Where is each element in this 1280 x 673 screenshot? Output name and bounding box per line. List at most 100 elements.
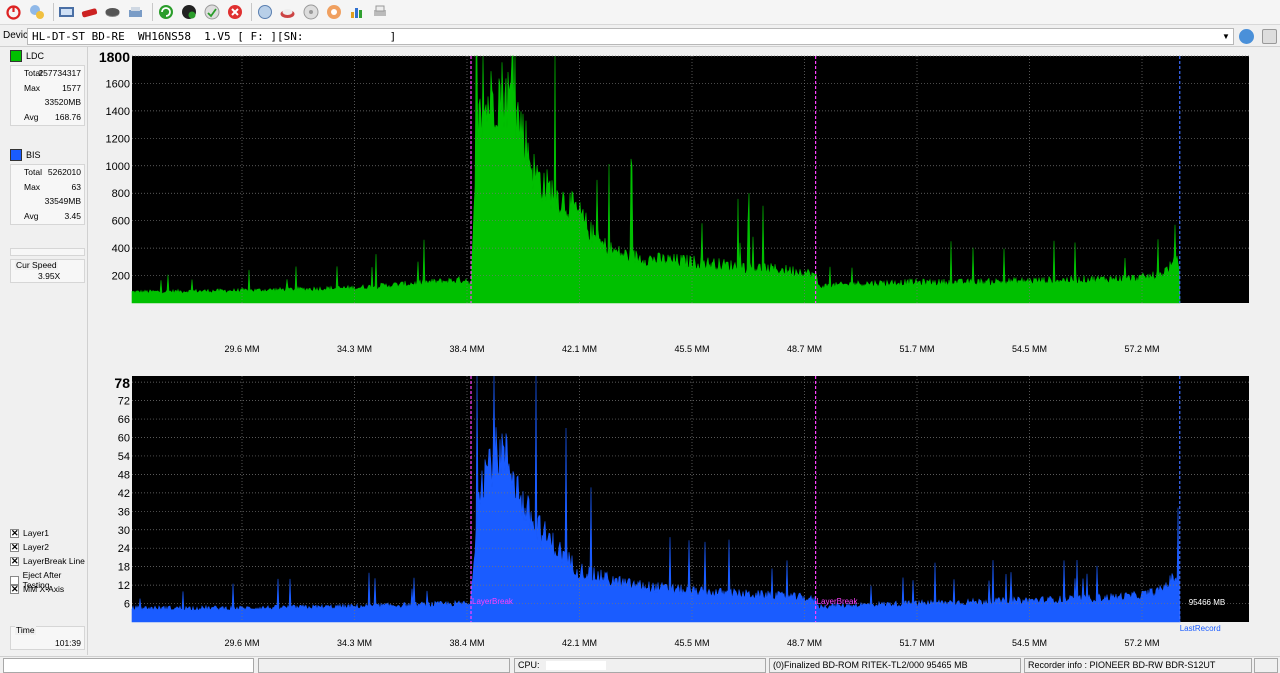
x-tick-label: 38.4 MM: [449, 638, 484, 648]
checkbox-mark[interactable]: ✕: [10, 542, 19, 552]
device-icon[interactable]: [57, 3, 76, 22]
stat-value: 63: [71, 181, 81, 192]
status-bar: CPU: (0)Finalized BD-ROM RITEK-TL2/000 9…: [0, 656, 1280, 673]
bis-label: BIS: [26, 150, 41, 160]
x-tick-label: 45.5 MM: [674, 344, 709, 354]
graph-icon[interactable]: [347, 3, 366, 22]
checkbox-label: Layer2: [23, 542, 49, 552]
layer2-checkbox[interactable]: ✕ Layer2: [10, 542, 49, 552]
checkbox-label: Layer1: [23, 528, 49, 538]
left-panel: LDC Total 257734317 Max 1577 33520MB Avg 16…: [0, 47, 88, 655]
stat-value: 1577: [62, 82, 81, 93]
x-tick-label: 29.6 MM: [224, 344, 259, 354]
bis-chart-svg: 29.6 MM 34.3 MM 38.4 MM 42.1 MM 45.5 MM 48.7 …: [114, 375, 1249, 648]
chevron-down-icon[interactable]: ▼: [1220, 30, 1232, 43]
x-tick-label: 42.1 MM: [562, 638, 597, 648]
y-tick-label: 400: [112, 243, 130, 255]
bis-swatch: [10, 149, 22, 161]
time-label: Time: [15, 625, 36, 635]
stat-value: 5262010: [47, 167, 81, 177]
y-tick-label: 60: [118, 433, 130, 445]
bis-stats: Total 5262010 Max 63 33549MB Avg 3.45: [10, 164, 85, 225]
status-progress: [3, 658, 254, 673]
disc-black-icon[interactable]: [179, 3, 198, 22]
y-tick-label: 600: [112, 216, 130, 228]
stat-value: 33549MB: [44, 196, 81, 207]
ldc-stats: Total 257734317 Max 1577 33520MB Avg 168.76: [10, 65, 85, 126]
x-tick-label: 48.7 MM: [787, 344, 822, 354]
cur-speed-box: Cur Speed 3.95X: [10, 259, 85, 283]
y-tick-label: 800: [112, 188, 130, 200]
layer-break-label: LayerBreak: [817, 597, 859, 606]
y-tick-label: 78: [114, 375, 130, 391]
status-recorder-info: Recorder info : PIONEER BD-RW BDR-S12UT: [1024, 658, 1252, 673]
size-label: 95466 MB: [1189, 598, 1225, 607]
toolbar-separator: [251, 3, 252, 21]
y-tick-label: 1800: [99, 49, 130, 65]
cur-speed-value: 3.95X: [38, 271, 61, 281]
stat-row: Avg 168.76: [11, 110, 84, 125]
x-tick-label: 29.6 MM: [224, 638, 259, 648]
status-cpu: CPU:: [514, 658, 766, 673]
y-tick-label: 66: [118, 414, 130, 426]
device-save-icon[interactable]: [1262, 29, 1277, 44]
y-tick-label: 42: [118, 488, 130, 500]
checkbox-mark[interactable]: ✕: [10, 528, 19, 538]
circle-icon[interactable]: [255, 3, 274, 22]
device-select[interactable]: HL-DT-ST BD-RE WH16NS58 1.V5 [ F: ][SN: …: [27, 28, 1234, 45]
scan-icon[interactable]: [278, 3, 297, 22]
x-tick-label: 34.3 MM: [337, 344, 372, 354]
y-tick-label: 54: [118, 451, 130, 463]
y-tick-label: 48: [118, 469, 130, 481]
stat-value: 168.76: [55, 112, 81, 123]
cur-speed-label: Cur Speed: [15, 260, 58, 270]
stat-row: Total 5262010: [11, 165, 84, 180]
x-tick-label: 42.1 MM: [562, 344, 597, 354]
time-value: 101:39: [55, 638, 81, 648]
mm-x-axis-checkbox[interactable]: ✕ MM X-Axis: [10, 584, 64, 594]
cpu-meter: [546, 661, 607, 671]
x-tick-label: 45.5 MM: [674, 638, 709, 648]
disc-info-icon[interactable]: [27, 3, 46, 22]
checkbox-mark[interactable]: ✕: [10, 556, 19, 566]
status-disc-info: (0)Finalized BD-ROM RITEK-TL2/000 95465 …: [769, 658, 1021, 673]
stop-icon[interactable]: [225, 3, 244, 22]
stat-row: Max 63: [11, 180, 84, 195]
disc-check-icon[interactable]: [202, 3, 221, 22]
bis-chart: 29.6 MM 34.3 MM 38.4 MM 42.1 MM 45.5 MM 48.7 …: [90, 367, 1280, 656]
ldc-chart-svg: 29.6 MM 34.3 MM 38.4 MM 42.1 MM 45.5 MM 48.7 …: [99, 49, 1249, 354]
config-icon[interactable]: [324, 3, 343, 22]
toolbar: [0, 0, 1280, 25]
y-tick-label: 18: [118, 562, 130, 574]
refresh-icon[interactable]: [156, 3, 175, 22]
x-tick-label: 51.7 MM: [899, 638, 934, 648]
stat-value: 3.45: [64, 211, 81, 222]
stat-key: Max: [24, 82, 41, 93]
y-tick-label: 6: [124, 599, 130, 611]
y-tick-label: 1600: [106, 78, 130, 90]
y-tick-label: 36: [118, 506, 130, 518]
ldc-label: LDC: [26, 51, 45, 61]
save-icon[interactable]: [301, 3, 320, 22]
device-value: HL-DT-ST BD-RE WH16NS58 1.V5 [ F: ][SN: …: [32, 30, 397, 43]
checkbox-mark[interactable]: ✕: [10, 584, 19, 594]
erase-icon[interactable]: [80, 3, 99, 22]
eject-icon[interactable]: [103, 3, 122, 22]
toolbar-separator: [152, 3, 153, 21]
layer-break-label: LayerBreak: [472, 597, 514, 606]
device-bar: Device: HL-DT-ST BD-RE WH16NS58 1.V5 [ F…: [0, 26, 1280, 47]
y-tick-label: 1400: [106, 106, 130, 118]
power-icon[interactable]: [4, 3, 23, 22]
status-message: [258, 658, 510, 673]
layer1-checkbox[interactable]: ✕ Layer1: [10, 528, 49, 538]
copy-icon[interactable]: [126, 3, 145, 22]
checkbox-label: LayerBreak Line: [23, 556, 85, 566]
time-box: Time 101:39: [10, 625, 85, 650]
x-tick-label: 38.4 MM: [449, 344, 484, 354]
layerbreak-line-checkbox[interactable]: ✕ LayerBreak Line: [10, 556, 85, 566]
stat-row: 33520MB: [11, 95, 84, 110]
stat-key: Avg: [24, 211, 39, 222]
device-refresh-icon[interactable]: [1239, 29, 1254, 44]
stat-key: Avg: [24, 112, 39, 123]
printer-icon[interactable]: [370, 3, 389, 22]
